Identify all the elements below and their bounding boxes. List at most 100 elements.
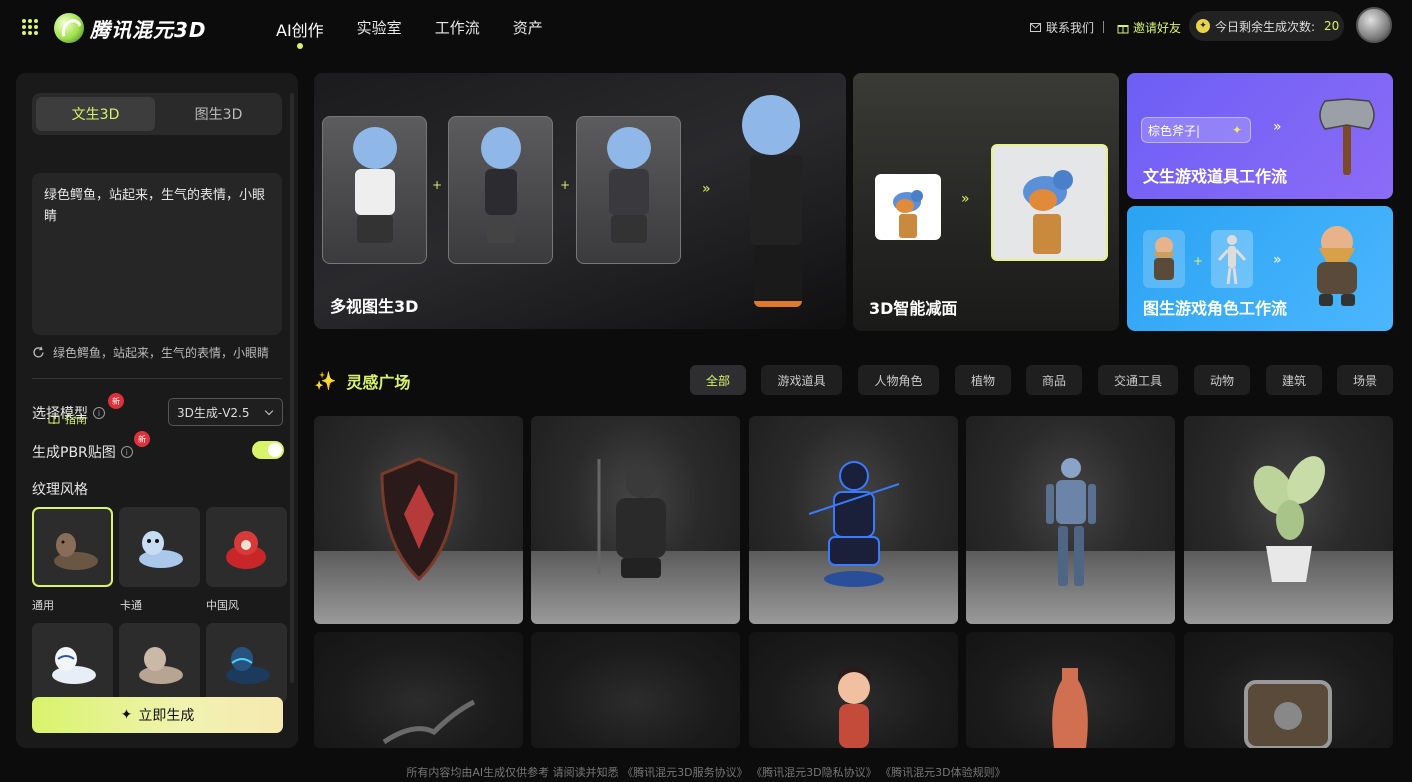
category-animals[interactable]: 动物 bbox=[1194, 365, 1250, 395]
header-divider bbox=[1103, 21, 1104, 33]
banner-smart-reduce[interactable]: » 3D智能减面 bbox=[853, 73, 1119, 331]
category-products[interactable]: 商品 bbox=[1026, 365, 1082, 395]
style-card-cartoon[interactable] bbox=[119, 507, 200, 587]
style-card-general[interactable] bbox=[32, 507, 113, 587]
plus-icon: + bbox=[1193, 254, 1204, 268]
category-buildings[interactable]: 建筑 bbox=[1266, 365, 1322, 395]
nav-lab[interactable]: 实验室 bbox=[357, 17, 402, 41]
inspiration-heading: ✨ 灵感广场 bbox=[314, 369, 410, 393]
category-game-props[interactable]: 游戏道具 bbox=[761, 365, 842, 395]
gallery-tile-vase[interactable] bbox=[966, 632, 1175, 748]
plant-icon bbox=[1253, 456, 1325, 582]
credits-label: 今日剩余生成次数: bbox=[1215, 19, 1316, 34]
banner-multi-view[interactable]: + + » 多视图生3D bbox=[314, 73, 846, 329]
gallery-tile-plant[interactable] bbox=[1184, 416, 1393, 624]
character-legs bbox=[487, 215, 515, 243]
gallery-tile-empty[interactable] bbox=[531, 632, 740, 748]
sparkles-icon: ✨ bbox=[314, 370, 337, 392]
view-card-back bbox=[576, 116, 681, 264]
model-select[interactable]: 3D生成-V2.5 bbox=[168, 398, 283, 426]
arrow-icon: » bbox=[1273, 119, 1282, 135]
mode-tabs: 文生3D 图生3D bbox=[32, 93, 282, 135]
banner-text-game-prop[interactable]: 棕色斧子| ✦ » 文生游戏道具工作流 bbox=[1127, 73, 1393, 199]
prompt-suggestion[interactable]: 绿色鳄鱼，站起来，生气的表情，小眼睛 bbox=[32, 344, 269, 361]
bird-input-card bbox=[875, 174, 941, 240]
nav-assets[interactable]: 资产 bbox=[513, 17, 543, 41]
character-head bbox=[353, 127, 397, 169]
view-card-front bbox=[322, 116, 427, 264]
banner-title: 多视图生3D bbox=[330, 297, 419, 316]
gift-icon bbox=[1117, 24, 1129, 33]
character-body bbox=[355, 169, 395, 215]
new-badge: 新 bbox=[108, 393, 124, 409]
pose-figure-icon bbox=[1217, 235, 1247, 285]
user-avatar[interactable] bbox=[1356, 7, 1392, 43]
nav-workflow[interactable]: 工作流 bbox=[435, 17, 480, 41]
style-name-chinese: 中国风 bbox=[206, 599, 239, 612]
seal-realistic-thumb bbox=[54, 533, 98, 570]
sidebar-divider bbox=[32, 378, 282, 379]
robot-icon bbox=[1046, 458, 1096, 586]
character-head bbox=[481, 127, 521, 169]
brand-logo[interactable] bbox=[54, 13, 84, 43]
model-label: 选择模型 bbox=[32, 406, 88, 422]
category-scenes[interactable]: 场景 bbox=[1337, 365, 1393, 395]
bird-icon bbox=[1023, 170, 1073, 254]
style-card-clay[interactable] bbox=[119, 623, 200, 703]
footer-disclaimer: 所有内容均由AI生成仅供参考 请阅读并知悉 《腾讯混元3D服务协议》 《腾讯混元… bbox=[406, 766, 1006, 779]
gallery-tile-dragon[interactable] bbox=[314, 632, 523, 748]
generate-button[interactable]: ✦ 立即生成 bbox=[32, 697, 283, 733]
pbr-row: 生成PBR贴图 i bbox=[32, 442, 133, 462]
character-body bbox=[609, 169, 649, 215]
tab-image-to-3d[interactable]: 图生3D bbox=[159, 97, 278, 131]
view-card-side bbox=[448, 116, 553, 264]
style-card-porcelain[interactable] bbox=[32, 623, 113, 703]
suggestion-text: 绿色鳄鱼，站起来，生气的表情，小眼睛 bbox=[53, 346, 270, 360]
info-icon[interactable]: i bbox=[93, 407, 105, 419]
gallery-tile-shield[interactable] bbox=[314, 416, 523, 624]
plus-icon: + bbox=[560, 178, 571, 192]
axe-icon bbox=[1319, 98, 1375, 175]
category-characters[interactable]: 人物角色 bbox=[858, 365, 939, 395]
credits-indicator: ✦ 今日剩余生成次数: 20 bbox=[1189, 11, 1344, 41]
prompt-text: 绿色鳄鱼，站起来，生气的表情，小眼睛 bbox=[44, 188, 266, 224]
category-plants[interactable]: 植物 bbox=[955, 365, 1011, 395]
seal-porcelain-thumb bbox=[52, 647, 96, 684]
tab-text-to-3d[interactable]: 文生3D bbox=[36, 97, 155, 131]
pbr-toggle[interactable] bbox=[252, 441, 284, 459]
contact-link[interactable]: 联系我们 bbox=[1030, 19, 1094, 36]
invite-label: 邀请好友 bbox=[1133, 21, 1182, 35]
gallery-tile-ninja[interactable] bbox=[749, 416, 958, 624]
refresh-icon[interactable] bbox=[32, 346, 45, 359]
dwarf-3d-icon bbox=[1317, 226, 1357, 306]
category-vehicles[interactable]: 交通工具 bbox=[1098, 365, 1178, 395]
gallery-tile-robot[interactable] bbox=[966, 416, 1175, 624]
apps-grid-icon[interactable] bbox=[22, 19, 38, 35]
invite-link[interactable]: 邀请好友 bbox=[1117, 19, 1181, 36]
character-input-thumb bbox=[1143, 230, 1185, 288]
bird-icon bbox=[893, 190, 923, 238]
gallery-tile-girl[interactable] bbox=[749, 632, 958, 748]
arrow-icon: » bbox=[702, 181, 711, 197]
brand-name[interactable]: 腾讯混元3D bbox=[90, 14, 207, 43]
info-icon[interactable]: i bbox=[120, 446, 133, 458]
character-legs bbox=[357, 215, 393, 243]
girl-icon bbox=[838, 667, 870, 748]
new-badge: 新 bbox=[134, 431, 150, 447]
banner-image-game-character[interactable]: + » 图生游戏角色工作流 bbox=[1127, 206, 1393, 331]
style-card-neon[interactable] bbox=[206, 623, 287, 703]
dragon-icon bbox=[382, 699, 476, 745]
category-all[interactable]: 全部 bbox=[690, 365, 746, 395]
character-body bbox=[750, 155, 802, 245]
style-card-chinese[interactable] bbox=[206, 507, 287, 587]
arrow-icon: » bbox=[1273, 252, 1282, 268]
prompt-input[interactable]: 绿色鳄鱼，站起来，生气的表情，小眼睛 指南 18/150 bbox=[32, 173, 282, 426]
character-3d-model bbox=[734, 95, 824, 317]
mail-icon bbox=[1030, 23, 1041, 32]
seal-chinese-thumb bbox=[226, 531, 266, 569]
gallery-tile-dark-knight[interactable] bbox=[531, 416, 740, 624]
sidebar-scrollbar[interactable] bbox=[290, 93, 294, 683]
banner-title: 文生游戏道具工作流 bbox=[1143, 167, 1288, 186]
gallery-tile-round-shield[interactable] bbox=[1184, 632, 1393, 748]
nav-ai-create[interactable]: AI创作 bbox=[276, 17, 324, 49]
